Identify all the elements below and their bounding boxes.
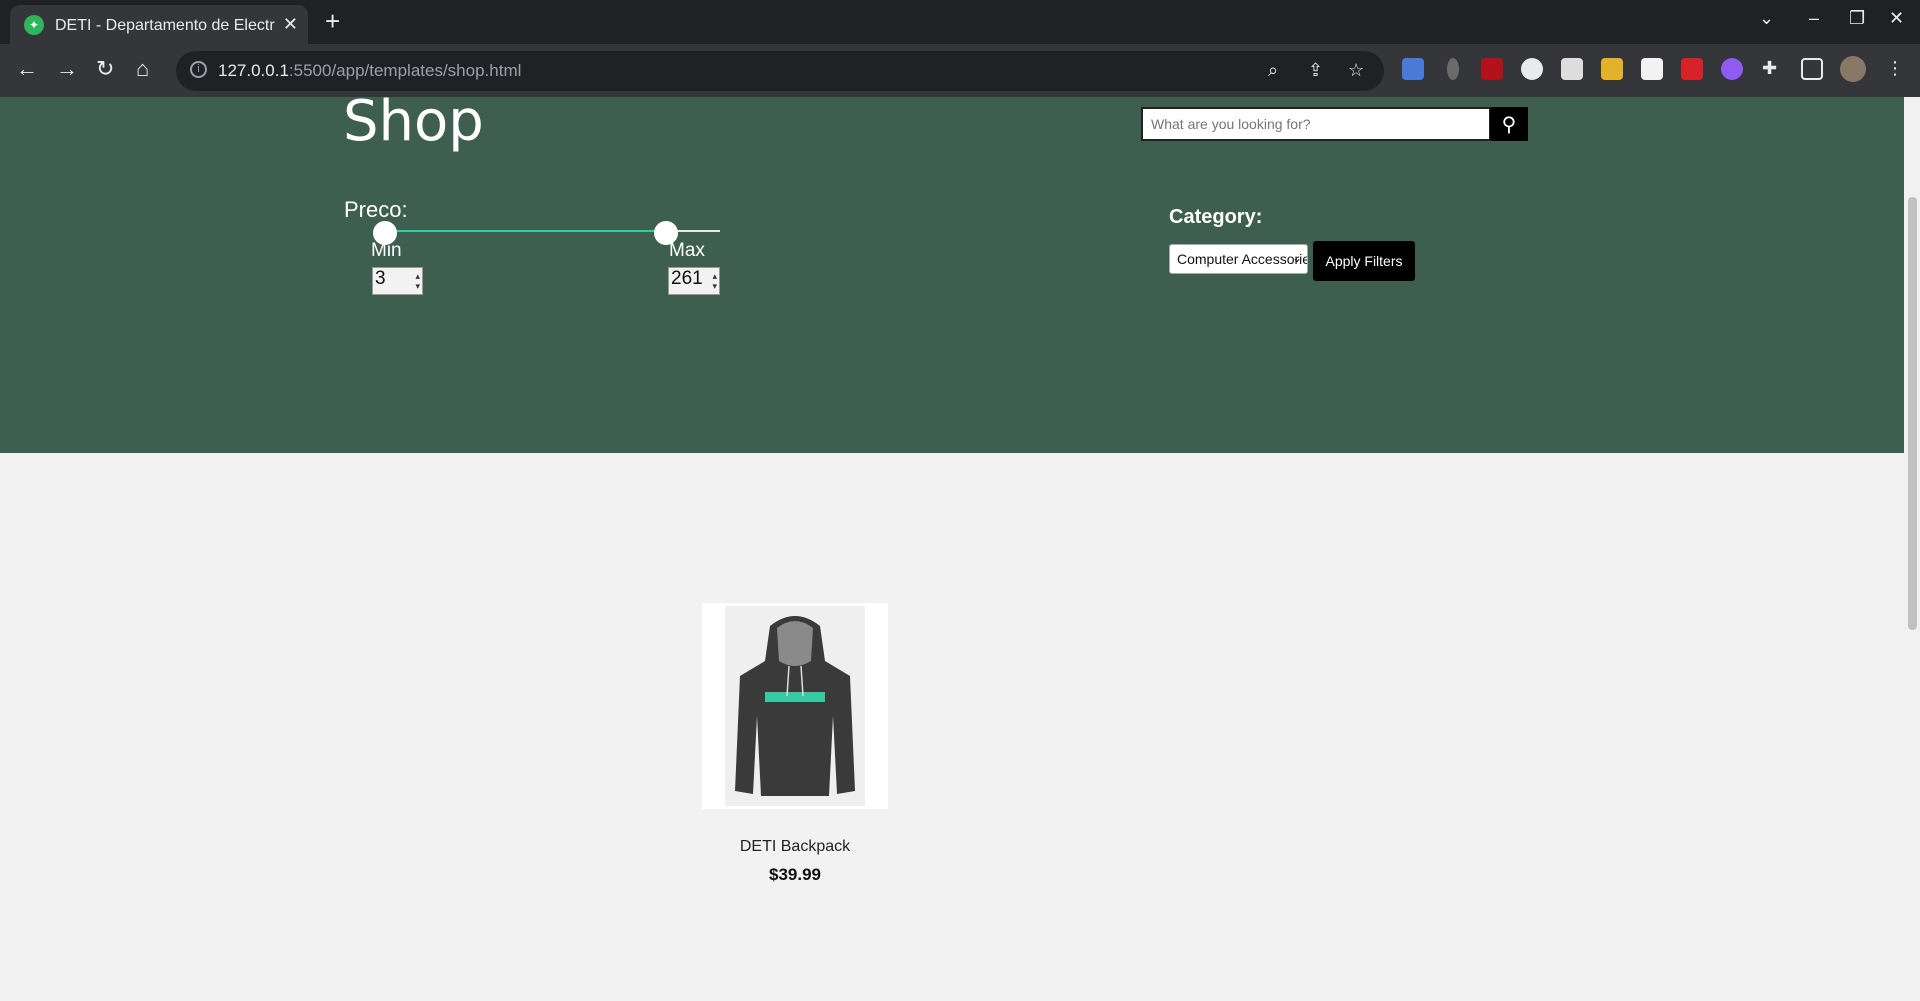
extension-icon[interactable] bbox=[1447, 58, 1459, 80]
category-selected-value: Computer Accessories bbox=[1177, 251, 1308, 267]
address-bar[interactable]: i 127.0.0.1:5500/app/templates/shop.html… bbox=[176, 51, 1384, 91]
minimize-icon[interactable]: – bbox=[1809, 8, 1819, 29]
forward-icon[interactable]: → bbox=[56, 56, 78, 82]
reload-icon[interactable]: ↻ bbox=[96, 56, 114, 82]
extension-colorful-icon[interactable] bbox=[1601, 58, 1623, 80]
url-text[interactable]: 127.0.0.1:5500/app/templates/shop.html bbox=[218, 61, 521, 81]
search-button[interactable]: ⚲ bbox=[1490, 107, 1528, 141]
apply-filters-button[interactable]: Apply Filters bbox=[1313, 241, 1415, 281]
price-filter-label: Preco: bbox=[344, 197, 408, 222]
product-card[interactable]: DETI Backpack $39.99 bbox=[702, 603, 888, 885]
url-path: :5500/app/templates/shop.html bbox=[288, 61, 522, 80]
spinner-icon[interactable]: ▴ ▾ bbox=[712, 271, 717, 291]
menu-kebab-icon[interactable]: ⋮ bbox=[1886, 58, 1908, 80]
zoom-icon[interactable]: ⌕ bbox=[1268, 60, 1278, 81]
back-icon[interactable]: ← bbox=[16, 56, 38, 82]
page-title: Shop bbox=[343, 89, 484, 154]
extension-bird-icon[interactable] bbox=[1521, 58, 1543, 80]
restore-icon[interactable]: ❐ bbox=[1849, 8, 1865, 29]
browser-tab-strip: ✦ DETI - Departamento de Electrónica ✕ +… bbox=[0, 0, 1920, 44]
category-label: Category: bbox=[1169, 206, 1263, 228]
extensions-puzzle-icon[interactable]: ✚ bbox=[1762, 58, 1784, 80]
max-label: Max bbox=[669, 240, 705, 261]
site-info-icon[interactable]: i bbox=[190, 61, 207, 78]
shop-hero: Shop ⚲ Preco: Min Max 3 ▴▾ 261 ▴▾ Catego… bbox=[0, 89, 1904, 453]
new-tab-icon[interactable]: + bbox=[325, 6, 340, 37]
scrollbar-thumb[interactable] bbox=[1908, 197, 1917, 630]
extension-panda-icon[interactable] bbox=[1641, 58, 1663, 80]
deti-favicon-icon: ✦ bbox=[24, 15, 44, 35]
extension-purple-icon[interactable] bbox=[1721, 58, 1743, 80]
tab-close-icon[interactable]: ✕ bbox=[283, 14, 298, 35]
extension-glasses-icon[interactable] bbox=[1561, 58, 1583, 80]
chevron-down-icon: ⌄ bbox=[1291, 251, 1302, 265]
browser-toolbar: ← → ↻ ⌂ i 127.0.0.1:5500/app/templates/s… bbox=[0, 44, 1920, 97]
max-price-input[interactable]: 261 ▴ ▾ bbox=[668, 267, 720, 295]
category-select[interactable]: Computer Accessories ⌄ bbox=[1169, 244, 1308, 274]
home-icon[interactable]: ⌂ bbox=[136, 56, 149, 82]
price-slider-range bbox=[385, 230, 665, 232]
browser-tab[interactable]: ✦ DETI - Departamento de Electrónica ✕ bbox=[10, 5, 308, 44]
ublock-icon[interactable] bbox=[1481, 58, 1503, 80]
bookmark-star-icon[interactable]: ☆ bbox=[1348, 60, 1364, 81]
product-name[interactable]: DETI Backpack bbox=[702, 838, 888, 856]
page-scrollbar[interactable] bbox=[1904, 97, 1920, 1001]
url-host: 127.0.0.1 bbox=[218, 61, 289, 80]
share-icon[interactable]: ⇪ bbox=[1308, 60, 1323, 81]
product-price: $39.99 bbox=[769, 865, 821, 884]
page-content: Shop ⚲ Preco: Min Max 3 ▴▾ 261 ▴▾ Catego… bbox=[0, 89, 1904, 1001]
close-window-icon[interactable]: ✕ bbox=[1889, 8, 1904, 29]
search-input[interactable] bbox=[1143, 109, 1489, 139]
tab-search-icon[interactable]: ⌄ bbox=[1759, 8, 1774, 29]
max-price-value: 261 bbox=[671, 268, 703, 289]
product-image[interactable] bbox=[702, 603, 888, 809]
min-price-value: 3 bbox=[375, 268, 386, 289]
search-field[interactable] bbox=[1141, 107, 1491, 141]
min-price-input[interactable]: 3 ▴ ▾ bbox=[372, 267, 423, 295]
translate-extension-icon[interactable] bbox=[1402, 58, 1424, 80]
search-icon: ⚲ bbox=[1501, 113, 1517, 136]
hoodie-image bbox=[725, 606, 865, 806]
profile-avatar[interactable] bbox=[1840, 56, 1866, 82]
side-panel-icon[interactable] bbox=[1801, 58, 1823, 80]
extension-red-icon[interactable] bbox=[1681, 58, 1703, 80]
min-label: Min bbox=[371, 240, 402, 261]
tab-title: DETI - Departamento de Electrónica bbox=[55, 17, 275, 34]
spinner-icon[interactable]: ▴ ▾ bbox=[415, 271, 420, 291]
